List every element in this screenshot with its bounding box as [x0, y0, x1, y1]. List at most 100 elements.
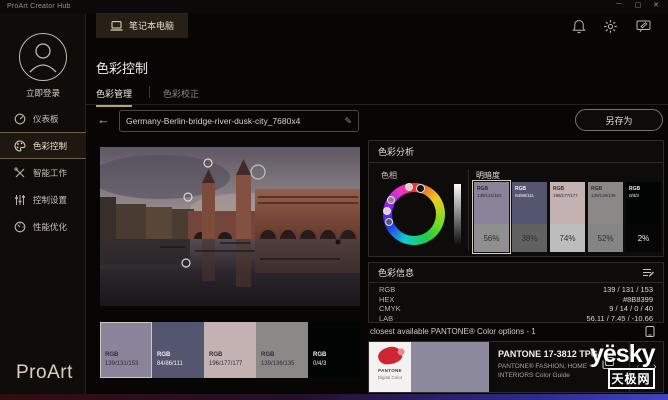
- palette-row: RGB 139/131/153 RGB 84/86/111 RGB 196/17…: [100, 322, 360, 378]
- tab-laptop-label: 笔记本电脑: [129, 19, 174, 32]
- prev-page-button[interactable]: ‹: [636, 361, 640, 373]
- feedback-button[interactable]: [636, 19, 652, 35]
- hue-wheel[interactable]: [383, 183, 445, 245]
- brightness-swatch-card[interactable]: RGB 139/136/135 52%: [588, 182, 623, 252]
- sidebar-item-label: 性能优化: [33, 221, 67, 233]
- sidebar-item-color-control[interactable]: 色彩控制: [0, 132, 86, 159]
- pantone-header: closest available PANTONE® Color options…: [370, 327, 536, 336]
- palette-icon: [14, 140, 26, 152]
- color-analysis-title: 色彩分析: [369, 141, 663, 163]
- pantone-logo-sub: Digital Color: [369, 375, 411, 380]
- title-bar: ProArt Creator Hub ─ ▢ ✕: [0, 0, 668, 13]
- palette-rgb-value: 84/86/111: [157, 361, 183, 367]
- palette-swatch[interactable]: RGB 0/4/3: [308, 322, 360, 378]
- person-icon: [20, 34, 66, 80]
- sidebar-item-dashboard[interactable]: 仪表板: [0, 105, 86, 132]
- brightness-swatch-card[interactable]: RGB 0/4/3 2%: [626, 182, 661, 252]
- next-page-button[interactable]: ›: [653, 361, 657, 373]
- info-label: RGB: [379, 285, 395, 295]
- palette-rgb-label: RGB: [157, 352, 170, 358]
- info-value: 56.11 / 7.45 / -10.66: [586, 314, 653, 324]
- brightness-swatch-card[interactable]: RGB 196/177/177 74%: [550, 182, 585, 252]
- color-info-title: 色彩信息: [369, 263, 663, 283]
- info-label: HEX: [379, 295, 394, 305]
- sidebar-item-label: 智能工作: [33, 167, 67, 179]
- proart-creator-hub-window: ProArt Creator Hub ─ ▢ ✕ 立即登录 仪表板: [0, 0, 668, 400]
- copy-values-icon[interactable]: [642, 267, 655, 279]
- tab-color-calibration[interactable]: 色彩校正: [163, 87, 199, 100]
- info-label: CMYK: [379, 304, 401, 314]
- pantone-swatch: [411, 342, 489, 392]
- pantone-splash-icon: [377, 345, 403, 365]
- info-row-cmyk: CMYK 9 / 14 / 0 / 40: [379, 304, 653, 314]
- save-as-button[interactable]: 另存为: [575, 109, 663, 131]
- palette-rgb-value: 139/136/135: [261, 361, 294, 367]
- window-title: ProArt Creator Hub: [7, 3, 71, 10]
- hue-marker[interactable]: [405, 183, 413, 191]
- header-divider: [86, 104, 668, 105]
- value-slider[interactable]: [454, 184, 461, 246]
- hue-marker[interactable]: [385, 218, 393, 226]
- close-button[interactable]: ✕: [647, 1, 665, 9]
- color-analysis-panel: 色彩分析 色相 明暗度 RGB 139/131/153 56% RGB 84/8…: [368, 140, 664, 257]
- palette-swatch[interactable]: RGB 139/136/135: [256, 322, 308, 378]
- palette-swatch[interactable]: RGB 139/131/153: [100, 322, 152, 378]
- sign-in-link[interactable]: 立即登录: [0, 87, 86, 99]
- palette-swatch[interactable]: RGB 196/177/177: [204, 322, 256, 378]
- sidebar-item-control-settings[interactable]: 控制设置: [0, 186, 86, 213]
- brightness-swatch-card[interactable]: RGB 84/86/111 38%: [512, 182, 547, 252]
- swatch-rgb-label: RGB: [515, 186, 544, 192]
- brightness-cards: RGB 139/131/153 56% RGB 84/86/111 38% RG…: [474, 182, 661, 252]
- back-button[interactable]: ←: [97, 112, 110, 127]
- minimize-button[interactable]: ─: [610, 1, 628, 8]
- tab-divider: [149, 86, 150, 98]
- edit-icon[interactable]: ✎: [344, 116, 352, 127]
- palette-rgb-value: 139/131/153: [105, 361, 138, 367]
- sidebar-item-performance[interactable]: 性能优化: [0, 213, 86, 240]
- notifications-button[interactable]: [572, 19, 588, 35]
- hue-label: 色相: [381, 170, 397, 181]
- pantone-card[interactable]: PANTONE Digital Color PANTONE 17-3812 TP…: [368, 341, 664, 393]
- brightness-swatch-card[interactable]: RGB 139/131/153 56%: [474, 182, 509, 252]
- bell-icon: [572, 19, 586, 34]
- swatch-brightness-area: 74%: [550, 224, 585, 252]
- swatch-brightness-area: 38%: [512, 224, 547, 252]
- speedometer-icon: [14, 221, 26, 233]
- swatch-percent: 52%: [597, 234, 613, 243]
- sidebar-item-label: 控制设置: [33, 194, 67, 206]
- photo-preview[interactable]: [100, 147, 360, 306]
- color-info-rows: RGB 139 / 131 / 153 HEX #8B8399 CMYK 9 /…: [369, 285, 663, 323]
- swatch-rgb-label: RGB: [553, 186, 582, 192]
- settings-button[interactable]: [603, 19, 619, 35]
- hue-marker[interactable]: [387, 196, 395, 204]
- maximize-button[interactable]: ▢: [629, 1, 647, 9]
- hue-marker[interactable]: [416, 184, 425, 193]
- palette-rgb-label: RGB: [313, 352, 326, 358]
- avatar[interactable]: [19, 33, 67, 81]
- sidebar-item-smart-work[interactable]: 智能工作: [0, 159, 86, 186]
- hue-marker[interactable]: [383, 207, 391, 215]
- filename-field[interactable]: Germany-Berlin-bridge-river-dusk-city_76…: [119, 110, 359, 132]
- sidebar-item-label: 仪表板: [33, 113, 59, 125]
- pantone-logo: PANTONE Digital Color: [369, 342, 411, 392]
- copy-icon[interactable]: [601, 356, 615, 370]
- message-edit-icon: [636, 19, 651, 33]
- swatch-color-area: RGB 196/177/177: [550, 182, 585, 224]
- swatch-percent: 56%: [483, 234, 499, 243]
- pantone-logo-title: PANTONE: [369, 368, 411, 373]
- filename-text: Germany-Berlin-bridge-river-dusk-city_76…: [126, 116, 340, 126]
- swatch-brightness-area: 2%: [626, 224, 661, 252]
- bridge-photo: [100, 147, 360, 306]
- swatch-brightness-area: 52%: [588, 224, 623, 252]
- swatch-color-area: RGB 0/4/3: [626, 182, 661, 224]
- pantone-pagination: ‹ ›: [629, 342, 663, 392]
- proart-logo: ProArt: [16, 362, 73, 384]
- palette-swatch[interactable]: RGB 84/86/111: [152, 322, 204, 378]
- swatch-color-area: RGB 139/131/153: [474, 182, 509, 224]
- export-icon[interactable]: [644, 325, 656, 338]
- info-value: 9 / 14 / 0 / 40: [609, 304, 653, 314]
- swatch-rgb-value: 0/4/3: [629, 194, 658, 199]
- pantone-guide-line1: PANTONE® FASHION, HOME +: [498, 363, 593, 370]
- info-label: LAB: [379, 314, 393, 324]
- tab-laptop[interactable]: 笔记本电脑: [96, 13, 188, 38]
